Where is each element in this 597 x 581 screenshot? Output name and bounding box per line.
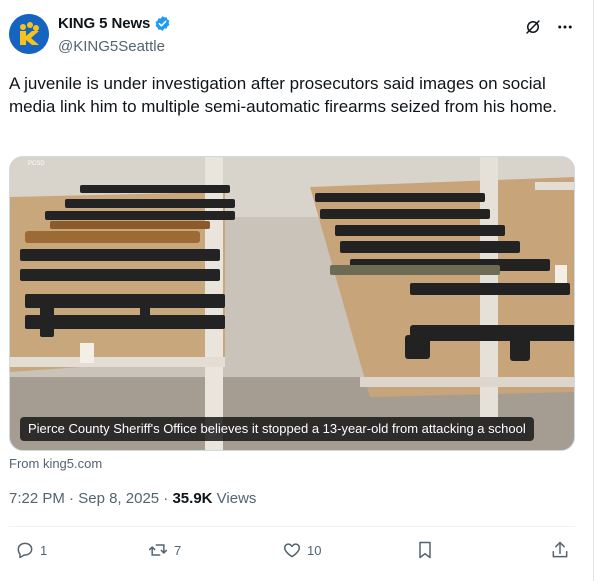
views-label: Views [216, 490, 257, 507]
tweet-meta: 7:22 PM · Sep 8, 2025 · 35.9K Views [9, 490, 256, 507]
action-bar: 1 7 10 [9, 540, 575, 562]
source-link[interactable]: From king5.com [9, 456, 102, 471]
repost-button[interactable]: 7 [147, 540, 181, 560]
author-handle[interactable]: @KING5Seattle [58, 38, 165, 55]
reply-icon [17, 542, 33, 559]
avatar[interactable] [9, 14, 49, 54]
tweet-date[interactable]: Sep 8, 2025 [78, 490, 159, 507]
author-name-row[interactable]: KING 5 News [58, 15, 171, 32]
like-button[interactable]: 10 [282, 540, 321, 560]
top-right-icons [523, 17, 575, 37]
share-icon [552, 541, 568, 558]
divider [9, 526, 575, 527]
heart-icon [283, 543, 301, 558]
reply-button[interactable]: 1 [15, 540, 47, 560]
tweet-time[interactable]: 7:22 PM [9, 490, 65, 507]
verified-badge-icon [154, 15, 171, 32]
media-caption: Pierce County Sheriff's Office believes … [20, 417, 534, 441]
king5-logo-icon [9, 14, 49, 54]
meta-separator-2: · [163, 490, 169, 507]
reply-count: 1 [40, 542, 48, 558]
author-display-name[interactable]: KING 5 News [58, 15, 150, 32]
more-options-icon[interactable] [555, 17, 575, 37]
tweet-media-image[interactable]: PCSD [9, 156, 575, 451]
bookmark-button[interactable] [415, 540, 435, 560]
views-count: 35.9K [172, 490, 213, 507]
like-count: 10 [307, 542, 322, 558]
meta-separator: · [69, 490, 75, 507]
tweet-card: KING 5 News @KING5Seattle A juvenile is … [0, 0, 594, 581]
bookmark-icon [419, 541, 431, 559]
firearms-photo: PCSD [10, 157, 574, 450]
grok-icon[interactable] [523, 17, 543, 37]
repost-icon [148, 544, 168, 556]
share-button[interactable] [550, 540, 570, 560]
repost-count: 7 [174, 542, 182, 558]
media-watermark: PCSD [28, 161, 45, 167]
tweet-text: A juvenile is under investigation after … [9, 74, 557, 116]
